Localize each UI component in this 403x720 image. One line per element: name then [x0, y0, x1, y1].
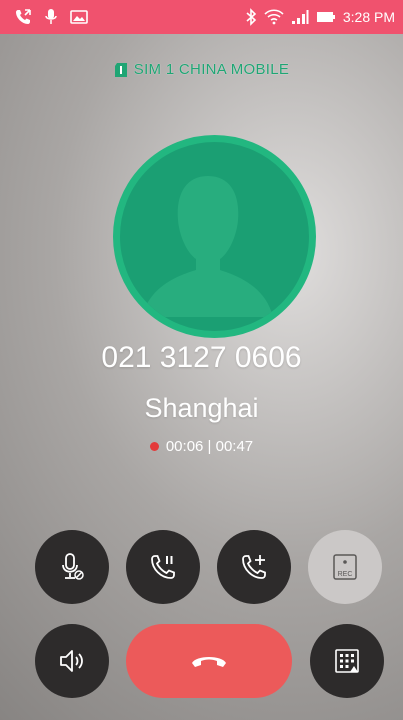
sim-indicator: SIM 1 CHINA MOBILE: [0, 61, 403, 78]
recording-dot-icon: [149, 442, 159, 451]
hold-button[interactable]: [126, 530, 200, 604]
notification-icons: [14, 8, 88, 26]
bluetooth-icon: [246, 8, 257, 26]
speaker-icon: [60, 650, 83, 672]
mute-icon: [62, 553, 84, 580]
contact-avatar: [113, 135, 316, 338]
sim-card-icon: [114, 62, 127, 77]
hold-icon: [151, 555, 175, 579]
image-icon: [70, 10, 88, 24]
status-bar: 3:28 PM: [0, 0, 403, 34]
add-call-button[interactable]: [217, 530, 291, 604]
signal-icon: [291, 10, 309, 24]
add-call-icon: [242, 555, 266, 579]
system-icons: 3:28 PM: [245, 8, 395, 26]
end-call-button[interactable]: [126, 624, 292, 698]
dialpad-icon: [335, 649, 359, 673]
caller-location: Shanghai: [144, 393, 259, 423]
wifi-icon: [264, 9, 284, 25]
record-label: REC: [337, 571, 353, 578]
record-button[interactable]: REC: [308, 530, 382, 604]
call-timer: 00:06 | 00:47: [0, 438, 403, 455]
call-status-icon: [16, 9, 31, 24]
phone-number: 021 3127 0606: [101, 341, 302, 374]
elapsed-time: 00:06 | 00:47: [165, 438, 254, 455]
sim-label: SIM 1 CHINA MOBILE: [133, 61, 290, 78]
dialpad-button[interactable]: [310, 624, 384, 698]
clock: 3:28 PM: [342, 9, 395, 25]
microphone-icon: [45, 9, 57, 24]
call-screen: 3:28 PM SIM 1 CHINA MOBILE 021 3127 0606…: [0, 0, 403, 720]
person-silhouette-icon: [142, 176, 273, 317]
battery-icon: [316, 12, 335, 22]
mute-button[interactable]: [35, 530, 109, 604]
speaker-button[interactable]: [35, 624, 109, 698]
end-call-icon: [192, 657, 226, 667]
